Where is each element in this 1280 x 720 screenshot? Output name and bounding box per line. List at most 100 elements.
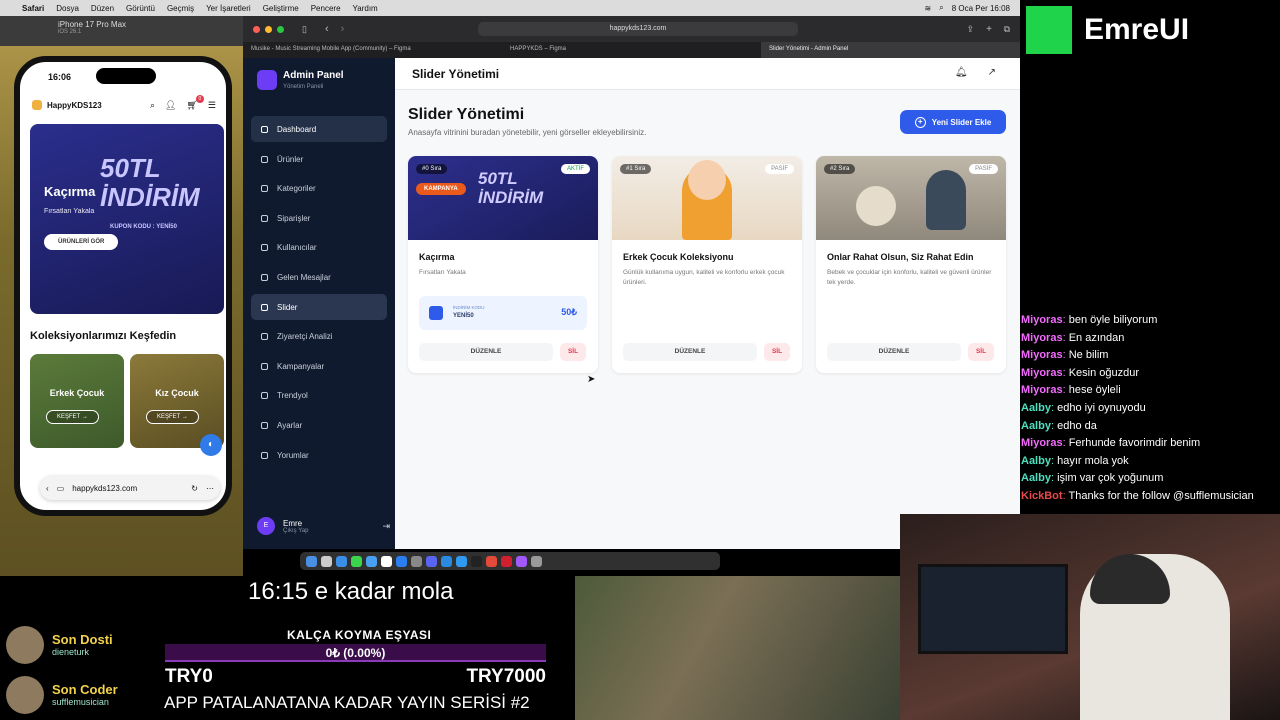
- sidebar-item-ayarlar[interactable]: Ayarlar: [251, 412, 387, 438]
- sidebar-item-yorumlar[interactable]: Yorumlar: [251, 442, 387, 468]
- appstore-icon[interactable]: [396, 555, 407, 567]
- figma-icon[interactable]: [516, 555, 527, 567]
- sidebar-item-trendyol[interactable]: Trendyol: [251, 382, 387, 408]
- campaign-badge: KAMPANYA: [416, 183, 466, 195]
- share-icon[interactable]: ⇪: [966, 24, 974, 35]
- logout-icon[interactable]: ⇥: [382, 521, 390, 532]
- collection-explore-button[interactable]: KEŞFET →: [146, 410, 199, 424]
- tab-slider-admin[interactable]: Slider Yönetimi - Admin Panel: [761, 42, 1020, 58]
- sidebar-item-urunler[interactable]: Ürünler: [251, 146, 387, 172]
- wifi-icon[interactable]: ≋: [925, 4, 932, 13]
- sidebar-item-label: Siparişler: [277, 213, 311, 223]
- menu-goruntu[interactable]: Görüntü: [126, 4, 155, 13]
- theme-toggle-icon[interactable]: ◐: [200, 434, 222, 456]
- discord-icon[interactable]: [426, 555, 437, 567]
- chat-message: Miyoras: ben öyle biliyorum: [1021, 314, 1158, 326]
- bell-icon[interactable]: 🔔︎: [955, 67, 968, 78]
- banner-cta-button[interactable]: ÜRÜNLERİ GÖR: [44, 234, 119, 250]
- tab-figma-happykds[interactable]: HAPPYKDS – Figma: [502, 42, 761, 58]
- external-link-icon[interactable]: ↗: [988, 67, 996, 78]
- menu-pencere[interactable]: Pencere: [311, 4, 341, 13]
- phone-hero-banner[interactable]: 50TL İNDİRİM Kaçırma Fırsatları Yakala Ü…: [30, 124, 224, 314]
- phone-brand[interactable]: HappyKDS123: [32, 100, 102, 110]
- tab-overview-icon[interactable]: ⧉: [1004, 24, 1010, 35]
- user-icon[interactable]: 👤︎: [165, 100, 176, 111]
- sidebar-item-label: Ayarlar: [277, 420, 303, 430]
- menu-yardim[interactable]: Yardım: [353, 4, 378, 13]
- chrome-icon[interactable]: [486, 555, 497, 567]
- delete-button[interactable]: SİL: [968, 343, 994, 361]
- zoom-window-button[interactable]: [277, 25, 284, 33]
- terminal-icon[interactable]: [471, 555, 482, 567]
- sidebar-item-gelen-mesajlar[interactable]: Gelen Mesajlar: [251, 264, 387, 290]
- kick-logo-icon: [1026, 6, 1072, 54]
- slider-card: #1 Sıra PASİF Erkek Çocuk Koleksiyonu Gü…: [612, 156, 802, 373]
- edit-button[interactable]: DÜZENLE: [419, 343, 553, 361]
- trash-icon[interactable]: [531, 555, 542, 567]
- search-icon[interactable]: ⌕: [939, 3, 943, 13]
- sidebar-item-siparisler[interactable]: Siparişler: [251, 205, 387, 231]
- menu-gelistirme[interactable]: Geliştirme: [263, 4, 299, 13]
- xcode-icon[interactable]: [456, 555, 467, 567]
- vscode-icon[interactable]: [441, 555, 452, 567]
- safari-icon[interactable]: [336, 555, 347, 567]
- edit-button[interactable]: DÜZENLE: [623, 343, 757, 361]
- sidebar-item-kullanicilar[interactable]: Kullanıcılar: [251, 234, 387, 260]
- sidebar-item-kategoriler[interactable]: Kategoriler: [251, 175, 387, 201]
- back-icon[interactable]: ‹: [325, 23, 329, 35]
- more-icon[interactable]: ⋯: [206, 484, 214, 493]
- finder-icon[interactable]: [306, 555, 317, 567]
- logout-link[interactable]: Çıkış Yap: [283, 528, 308, 534]
- tab-figma-musike[interactable]: Musike - Music Streaming Mobile App (Com…: [243, 42, 502, 58]
- tabs-icon[interactable]: ▭: [57, 484, 65, 493]
- brand-name: HappyKDS123: [47, 100, 102, 110]
- close-window-button[interactable]: [253, 25, 260, 33]
- collections-title: Koleksiyonlarımızı Keşfedin: [30, 330, 177, 342]
- sidebar-item-slider[interactable]: Slider: [251, 294, 387, 320]
- reload-icon[interactable]: ↻: [191, 484, 198, 493]
- delete-button[interactable]: SİL: [560, 343, 586, 361]
- collection-card-boys[interactable]: Erkek Çocuk KEŞFET →: [30, 354, 124, 448]
- chat-message: KickBot: Thanks for the follow @sufflemu…: [1021, 489, 1254, 502]
- forward-icon[interactable]: ›: [341, 23, 345, 35]
- address-bar[interactable]: happykds123.com: [478, 22, 798, 36]
- sidebar-item-kampanyalar[interactable]: Kampanyalar: [251, 353, 387, 379]
- chat-message: Miyoras: Kesin oğuzdur: [1021, 366, 1140, 379]
- delete-button[interactable]: SİL: [764, 343, 790, 361]
- sidebar-item-label: Yorumlar: [277, 450, 309, 460]
- settings-icon[interactable]: [411, 555, 422, 567]
- admin-topbar: Slider Yönetimi 🔔︎ ↗: [395, 58, 1020, 90]
- sidebar-item-label: Kampanyalar: [277, 361, 325, 371]
- phone-url-bar[interactable]: ‹ ▭ happykds123.com ↻ ⋯: [40, 476, 220, 500]
- child-face: [688, 160, 726, 200]
- launchpad-icon[interactable]: [321, 555, 332, 567]
- calendar-icon[interactable]: [381, 555, 392, 567]
- edit-button[interactable]: DÜZENLE: [827, 343, 961, 361]
- menu-icon[interactable]: ☰: [208, 100, 216, 111]
- menu-duzen[interactable]: Düzen: [91, 4, 114, 13]
- sidebar-item-dashboard[interactable]: Dashboard: [251, 116, 387, 142]
- menu-yer-isaretleri[interactable]: Yer İşaretleri: [206, 4, 251, 13]
- new-tab-icon[interactable]: +: [986, 24, 992, 35]
- mail-icon[interactable]: [366, 555, 377, 567]
- sidebar-user[interactable]: E Emre Çıkış Yap ⇥: [257, 517, 390, 535]
- phone-url: happykds123.com: [72, 483, 138, 493]
- macos-dock: [300, 552, 720, 570]
- back-icon[interactable]: ‹: [46, 484, 49, 493]
- menubar-clock[interactable]: 8 Oca Per 16:08: [952, 4, 1010, 13]
- sidebar-toggle-icon[interactable]: ▯: [302, 24, 307, 35]
- menu-gecmis[interactable]: Geçmiş: [167, 4, 194, 13]
- goal-progress-text: 0₺ (0.00%): [325, 646, 386, 660]
- slider-title: Erkek Çocuk Koleksiyonu: [623, 252, 734, 262]
- add-slider-button[interactable]: + Yeni Slider Ekle: [900, 110, 1006, 134]
- minimize-window-button[interactable]: [265, 25, 272, 33]
- menu-safari[interactable]: Safari: [22, 4, 44, 13]
- messages-icon[interactable]: [351, 555, 362, 567]
- sidebar-item-ziyaretci-analizi[interactable]: Ziyaretçi Analizi: [251, 323, 387, 349]
- cart-icon[interactable]: 🛒︎ 0: [186, 95, 204, 111]
- search-icon[interactable]: ⌕: [150, 100, 155, 111]
- slider-image-text: 50TL İNDİRİM: [478, 169, 544, 207]
- opera-icon[interactable]: [501, 555, 512, 567]
- collection-explore-button[interactable]: KEŞFET →: [46, 410, 99, 424]
- menu-dosya[interactable]: Dosya: [56, 4, 79, 13]
